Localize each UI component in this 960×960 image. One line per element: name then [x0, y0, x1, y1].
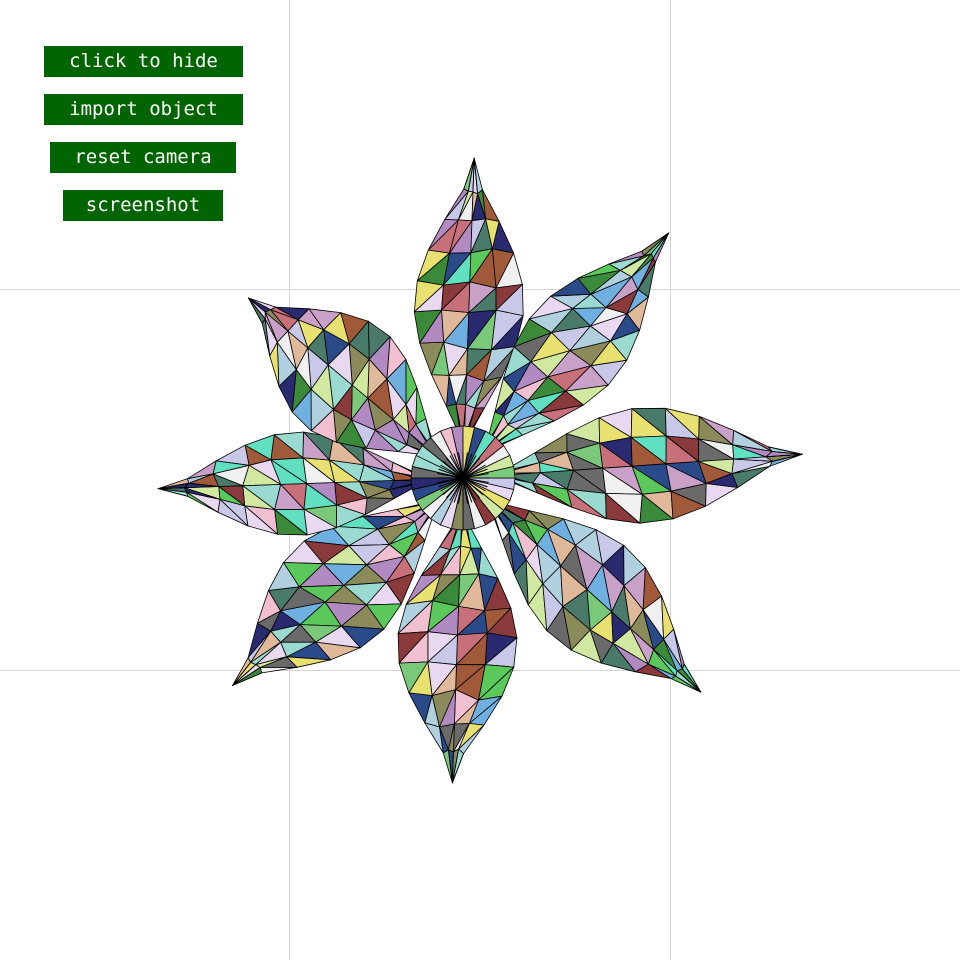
flower-mesh — [157, 157, 803, 784]
import-object-button[interactable]: import object — [44, 94, 243, 125]
click-to-hide-button[interactable]: click to hide — [44, 46, 243, 77]
mesh-triangle — [478, 547, 499, 579]
mesh-triangle — [415, 387, 427, 425]
mesh-triangle — [259, 666, 298, 674]
reset-camera-button[interactable]: reset camera — [50, 142, 236, 173]
mesh-triangle — [431, 374, 450, 407]
screenshot-button[interactable]: screenshot — [63, 190, 223, 221]
mesh-triangle — [534, 433, 568, 454]
